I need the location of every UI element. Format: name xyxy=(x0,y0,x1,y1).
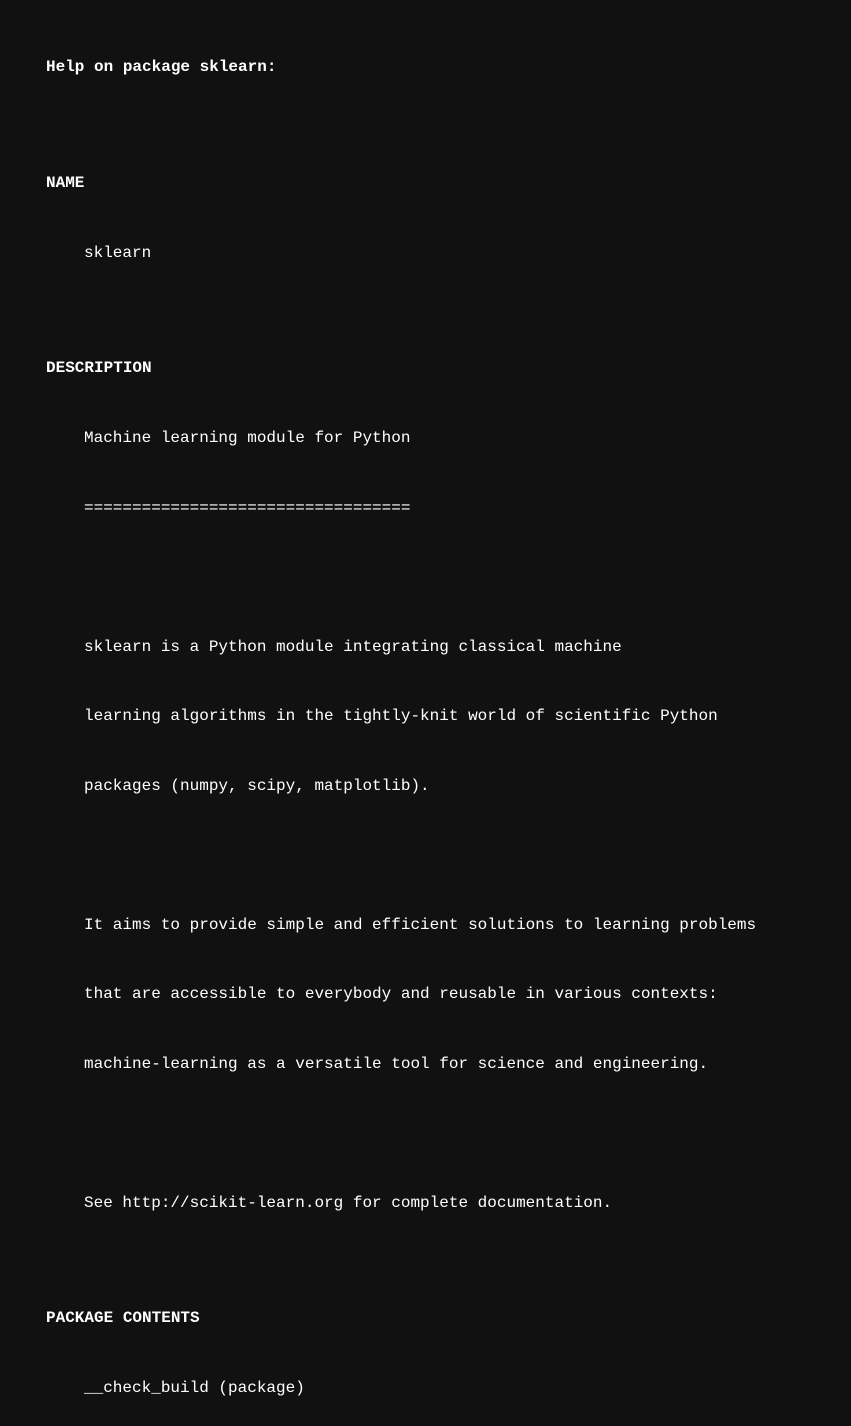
description-p3-l1: See http://scikit-learn.org for complete… xyxy=(46,1192,851,1215)
blank-line xyxy=(46,566,851,589)
help-output: Help on package sklearn: NAME sklearn DE… xyxy=(46,10,851,1426)
name-heading: NAME xyxy=(46,172,851,195)
content-item: __check_build (package) xyxy=(46,1377,851,1400)
description-p2-l1: It aims to provide simple and efficient … xyxy=(46,914,851,937)
help-header: Help on package sklearn: xyxy=(46,56,851,79)
blank-line xyxy=(46,1122,851,1145)
description-p2-l3: machine-learning as a versatile tool for… xyxy=(46,1053,851,1076)
description-p2-l2: that are accessible to everybody and reu… xyxy=(46,983,851,1006)
blank-line xyxy=(46,844,851,867)
description-p1-l1: sklearn is a Python module integrating c… xyxy=(46,636,851,659)
description-underline: ================================== xyxy=(46,497,851,520)
package-contents-heading: PACKAGE CONTENTS xyxy=(46,1307,851,1330)
description-title: Machine learning module for Python xyxy=(46,427,851,450)
description-p1-l2: learning algorithms in the tightly-knit … xyxy=(46,705,851,728)
name-value: sklearn xyxy=(46,242,851,265)
description-heading: DESCRIPTION xyxy=(46,357,851,380)
description-p1-l3: packages (numpy, scipy, matplotlib). xyxy=(46,775,851,798)
